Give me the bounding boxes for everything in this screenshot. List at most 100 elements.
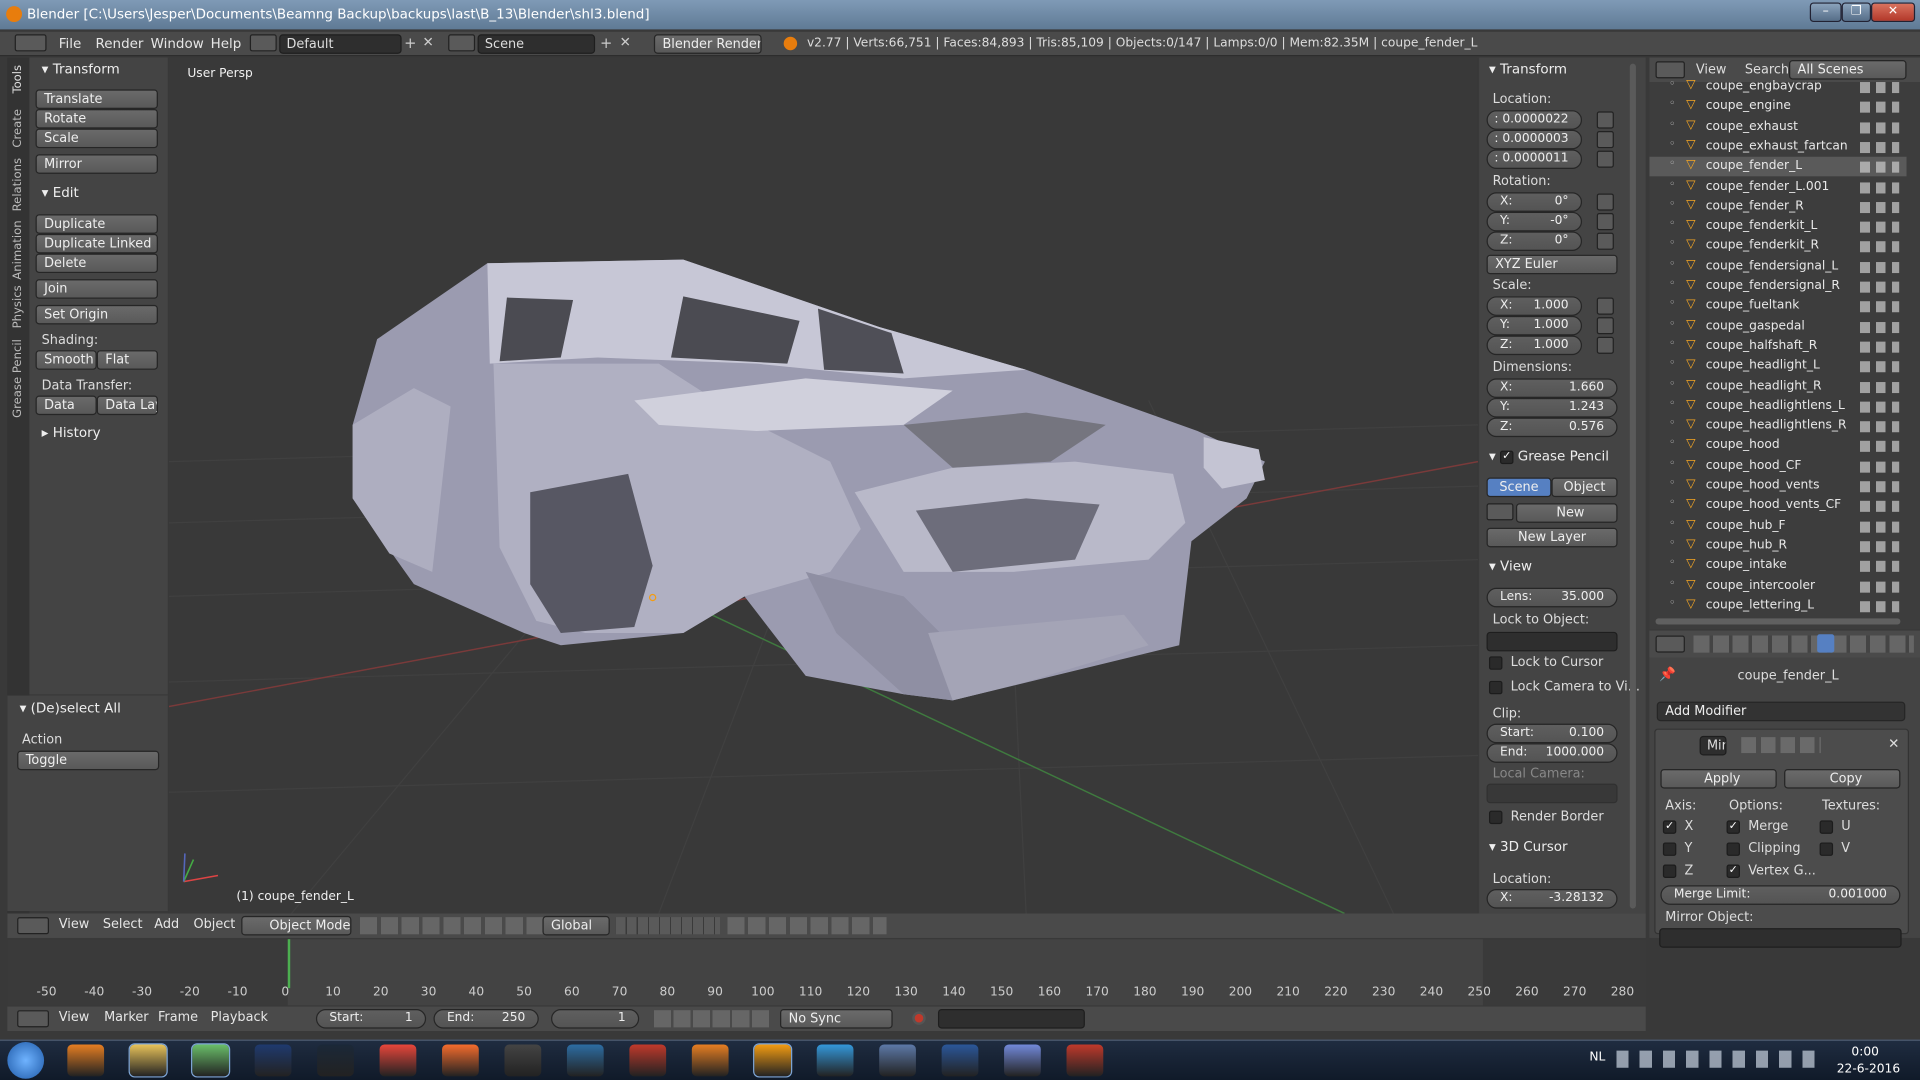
grease-pencil-title[interactable]: ▾ ✓ Grease Pencil xyxy=(1489,448,1609,464)
chrome-icon[interactable] xyxy=(379,1044,417,1077)
3d-cursor-title[interactable]: ▾ 3D Cursor xyxy=(1489,839,1568,855)
outliner-item[interactable]: ◦ ▽ coupe_hub_F xyxy=(1649,516,1906,536)
end-frame-field[interactable]: End: 250 xyxy=(433,1008,539,1029)
maximize-button[interactable]: ❐ xyxy=(1841,2,1872,23)
outliner-item[interactable]: ◦ ▽ coupe_fendersignal_L xyxy=(1649,257,1906,277)
lock-rotation-x-icon[interactable] xyxy=(1596,193,1614,211)
outliner-item[interactable]: ◦ ▽ coupe_lettering_L xyxy=(1649,596,1906,616)
tab-relations[interactable]: Relations xyxy=(11,158,24,211)
outliner-item[interactable]: ◦ ▽ coupe_exhaust xyxy=(1649,117,1906,137)
expand-icon[interactable]: ◦ xyxy=(1669,178,1676,190)
outliner-item[interactable]: ◦ ▽ coupe_headlight_R xyxy=(1649,377,1906,397)
clip-start-field[interactable]: Start: 0.100 xyxy=(1486,723,1618,744)
layout-icon[interactable] xyxy=(249,34,277,52)
clip-end-field[interactable]: End: 1000.000 xyxy=(1486,743,1618,763)
object-mode-select[interactable]: Object Mode xyxy=(241,915,352,936)
media-icon[interactable] xyxy=(67,1044,105,1077)
discord-icon[interactable] xyxy=(1004,1044,1041,1077)
start-button[interactable] xyxy=(7,1042,45,1079)
outliner-item[interactable]: ◦ ▽ coupe_fender_L.001 xyxy=(1649,177,1906,197)
expand-icon[interactable]: ◦ xyxy=(1669,517,1676,529)
render-border-checkbox[interactable] xyxy=(1488,810,1503,824)
menu-help[interactable]: Help xyxy=(211,36,242,52)
unity-icon[interactable] xyxy=(504,1044,542,1077)
restrict-icons[interactable] xyxy=(1860,181,1900,193)
lock-location-z-icon[interactable] xyxy=(1596,150,1614,168)
expand-icon[interactable]: ◦ xyxy=(1669,138,1676,150)
lock-scale-z-icon[interactable] xyxy=(1596,336,1614,354)
smooth-button[interactable]: Smooth xyxy=(35,350,97,370)
texture-v-checkbox[interactable]: V xyxy=(1819,841,1850,856)
viewport-menu-object[interactable]: Object xyxy=(193,917,235,932)
expand-icon[interactable]: ◦ xyxy=(1669,398,1676,410)
playback-controls[interactable] xyxy=(653,1010,772,1028)
set-origin-menu[interactable]: Set Origin xyxy=(35,304,158,325)
outliner-editor-icon[interactable] xyxy=(1655,61,1685,79)
restrict-icons[interactable] xyxy=(1860,341,1900,353)
scale-y-field[interactable]: Y: 1.000 xyxy=(1486,315,1583,336)
word-icon[interactable] xyxy=(941,1044,979,1077)
outliner-item[interactable]: ◦ ▽ coupe_hood_vents xyxy=(1649,476,1906,496)
restrict-icons[interactable] xyxy=(1860,381,1900,393)
restrict-icons[interactable] xyxy=(1860,141,1900,153)
restrict-icons[interactable] xyxy=(1860,441,1900,453)
modifier-tab-icon[interactable] xyxy=(1817,634,1835,653)
restrict-icons[interactable] xyxy=(1860,541,1900,553)
rotation-y-field[interactable]: Y: -0° xyxy=(1486,211,1583,232)
delete-button[interactable]: Delete xyxy=(35,253,158,274)
scale-button[interactable]: Scale xyxy=(35,128,158,149)
dimensions-z-field[interactable]: Z: 0.576 xyxy=(1486,417,1618,438)
dimensions-x-field[interactable]: X: 1.660 xyxy=(1486,378,1618,398)
outliner-item[interactable]: ◦ ▽ coupe_fenderkit_L xyxy=(1649,217,1906,237)
lock-rotation-y-icon[interactable] xyxy=(1596,213,1614,231)
lock-camera-checkbox[interactable] xyxy=(1488,680,1503,694)
expand-icon[interactable]: ◦ xyxy=(1669,118,1676,130)
pin-icon[interactable]: 📌 xyxy=(1659,666,1676,682)
outliner-item[interactable]: ◦ ▽ coupe_headlightlens_L xyxy=(1649,396,1906,416)
restrict-icons[interactable] xyxy=(1860,481,1900,493)
gp-new-button[interactable]: New xyxy=(1515,503,1618,523)
info-editor-icon[interactable] xyxy=(14,34,47,52)
clock-time[interactable]: 0:00 xyxy=(1851,1046,1879,1059)
origin-icon[interactable] xyxy=(442,1044,479,1077)
lock-location-x-icon[interactable] xyxy=(1596,111,1614,129)
expand-icon[interactable]: ◦ xyxy=(1669,298,1676,310)
paint-icon[interactable] xyxy=(879,1044,916,1077)
outliner-item[interactable]: ◦ ▽ coupe_engine xyxy=(1649,97,1906,117)
action-select[interactable]: Toggle xyxy=(17,750,160,771)
restrict-icons[interactable] xyxy=(1860,121,1900,133)
timeline-menu-view[interactable]: View xyxy=(59,1010,90,1025)
render-border-label[interactable]: Render Border xyxy=(1488,809,1604,824)
expand-icon[interactable]: ◦ xyxy=(1669,498,1676,510)
outliner-item[interactable]: ◦ ▽ coupe_fender_L xyxy=(1649,156,1907,177)
properties-scrollbar[interactable] xyxy=(1629,63,1636,909)
edit-panel-title[interactable]: ▾ Edit xyxy=(42,185,79,201)
vertex-groups-checkbox[interactable]: ✓ Vertex G... xyxy=(1726,863,1816,878)
outliner-item[interactable]: ◦ ▽ coupe_exhaust_fartcan xyxy=(1649,137,1906,157)
3d-viewport[interactable]: User Persp (1) coupe_fender_L xyxy=(168,57,1478,914)
expand-icon[interactable]: ◦ xyxy=(1669,478,1676,490)
flat-button[interactable]: Flat xyxy=(96,350,158,370)
snapping-icons[interactable] xyxy=(727,917,887,935)
outliner-item[interactable]: ◦ ▽ coupe_hood_CF xyxy=(1649,456,1906,476)
gp-new-layer-button[interactable]: New Layer xyxy=(1486,527,1618,548)
outliner-item[interactable]: ◦ ▽ coupe_halfshaft_R xyxy=(1649,337,1906,357)
rotate-button[interactable]: Rotate xyxy=(35,108,158,129)
add-modifier-select[interactable]: Add Modifier xyxy=(1656,701,1906,722)
layer-buttons[interactable] xyxy=(615,917,721,935)
history-panel-title[interactable]: ▸ History xyxy=(42,425,101,441)
gp-pencil-icon[interactable] xyxy=(1486,503,1514,521)
blender-icon[interactable] xyxy=(753,1043,793,1078)
scene-field[interactable]: Scene xyxy=(477,34,596,54)
viewport-menu-view[interactable]: View xyxy=(59,917,90,932)
expand-icon[interactable]: ◦ xyxy=(1669,198,1676,210)
expand-icon[interactable]: ◦ xyxy=(1669,378,1676,390)
modifier-close-icon[interactable]: ✕ xyxy=(1888,736,1899,752)
outliner-menu-search[interactable]: Search xyxy=(1745,62,1789,77)
outliner-item[interactable]: ◦ ▽ coupe_hood_vents_CF xyxy=(1649,496,1906,516)
menu-window[interactable]: Window xyxy=(151,36,204,52)
merge-checkbox[interactable]: ✓ Merge xyxy=(1726,819,1788,834)
lock-to-cursor-checkbox[interactable] xyxy=(1488,655,1503,670)
restrict-icons[interactable] xyxy=(1860,221,1900,233)
lock-object-field[interactable] xyxy=(1486,631,1618,652)
